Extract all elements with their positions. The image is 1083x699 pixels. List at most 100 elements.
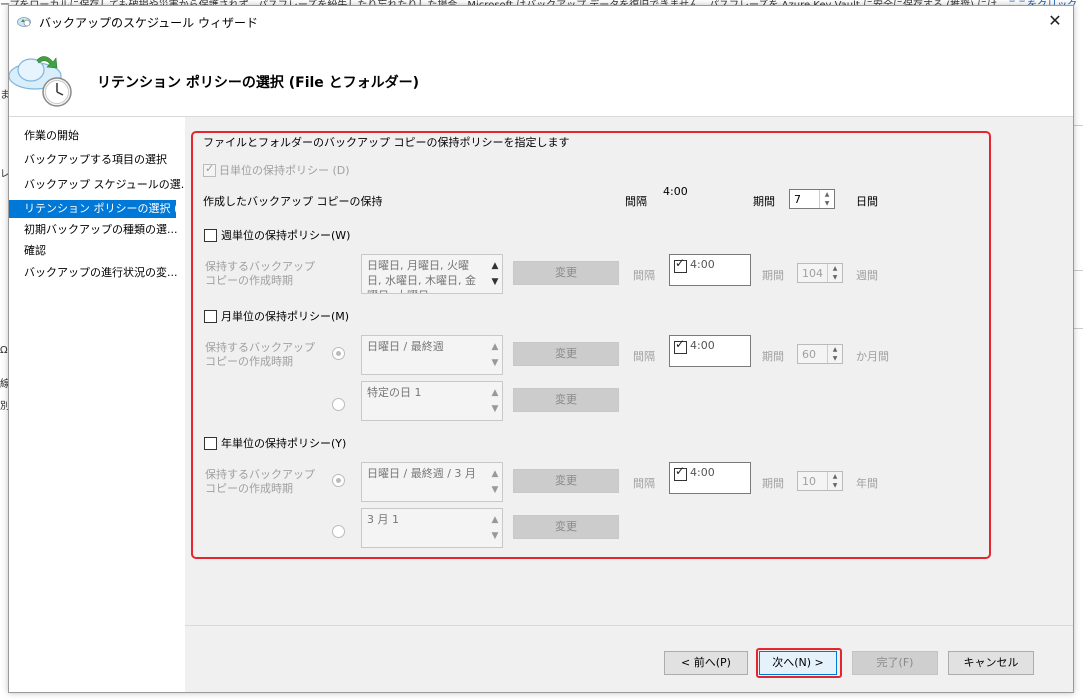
yearly-option1-text: 日曜日 / 最終週 / 3 月 [367,467,476,480]
radio-dot [336,478,341,483]
weekly-timing-label: 保持するバックアップ コピーの作成時期 [205,260,315,287]
prev-button[interactable]: < 前へ(P) [664,651,748,675]
wizard-steps: 作業の開始 バックアップする項目の選択 バックアップ スケジュールの選... リ… [9,117,184,692]
yearly-timing-label: 保持するバックアップ コピーの作成時期 [205,468,315,495]
weekly-change-button: 変更 [513,261,619,285]
nav-item-getting-started[interactable]: 作業の開始 [9,127,184,145]
content-panel: ファイルとフォルダーのバックアップ コピーの保持ポリシーを指定します ✓ 日単位… [185,117,1073,692]
weekly-policy-checkbox[interactable] [204,229,217,242]
cloud-clock-icon [9,56,72,107]
yearly-change-button-1: 変更 [513,469,619,493]
yearly-option1-radio [332,474,345,487]
nav-item-initial-backup[interactable]: 初期バックアップの種類の選... [9,221,184,239]
nav-item-confirmation[interactable]: 確認 [9,242,184,260]
weekly-policy-label: 週単位の保持ポリシー(W) [221,229,351,242]
daily-interval-value: 4:00 [663,185,688,198]
cancel-button[interactable]: キャンセル [948,651,1034,675]
spinner-buttons: ▲ ▼ [819,190,834,208]
nav-item-schedule[interactable]: バックアップ スケジュールの選... [9,176,184,194]
spin-up-icon: ▲ [832,265,838,272]
monthly-option1-radio [332,347,345,360]
weekly-days-text: 日曜日, 月曜日, 火曜日, 水曜日, 木曜日, 金曜日, 土曜日 [367,259,476,293]
daily-interval-label: 間隔 [625,195,647,208]
spin-down-icon[interactable]: ▼ [820,199,834,208]
spin-up-icon: ▲ [832,346,838,353]
finish-button: 完了(F) [852,651,938,675]
check-icon: ✓ [675,464,686,478]
spin-down-icon: ▼ [832,482,838,489]
daily-policy-checkbox: ✓ [203,162,216,177]
page-title: リテンション ポリシーの選択 (File とフォルダー) [97,75,420,91]
monthly-policy-label: 月単位の保持ポリシー(M) [221,310,350,323]
window-title: バックアップのスケジュール ウィザード [39,16,258,30]
yearly-policy-label: 年単位の保持ポリシー(Y) [221,437,347,450]
weekly-time-list: ✓ 4:00 [669,254,751,286]
yearly-option1-list: 日曜日 / 最終週 / 3 月 ▲ ▼ [361,462,503,502]
next-button[interactable]: 次へ(N) > [759,651,837,675]
monthly-interval-label: 間隔 [633,350,655,363]
spin-up-icon: ▲ [832,473,838,480]
monthly-option2-text: 特定の日 1 [367,386,422,399]
monthly-timing-label: 保持するバックアップ コピーの作成時期 [205,341,315,368]
monthly-change-button-1: 変更 [513,342,619,366]
scroll-arrows-icon: ▲ ▼ [491,261,499,287]
weekly-time-value: 4:00 [690,258,715,271]
instruction-text: ファイルとフォルダーのバックアップ コピーの保持ポリシーを指定します [203,136,570,149]
scroll-arrows-icon: ▲ ▼ [491,342,499,368]
daily-period-value[interactable]: 7 [794,193,801,206]
daily-policy-label: 日単位の保持ポリシー (D) [219,164,350,177]
daily-unit: 日間 [856,195,878,208]
spin-up-icon[interactable]: ▲ [820,190,834,199]
scroll-arrows-icon: ▲ ▼ [491,388,499,414]
monthly-period-label: 期間 [762,350,784,363]
yearly-period-label: 期間 [762,477,784,490]
spinner-buttons: ▲ ▼ [827,345,842,363]
monthly-option1-list: 日曜日 / 最終週 ▲ ▼ [361,335,503,375]
yearly-option2-list: 3 月 1 ▲ ▼ [361,508,503,548]
radio-dot [336,351,341,356]
spin-down-icon: ▼ [832,274,838,281]
scroll-arrows-icon: ▲ ▼ [491,469,499,495]
backup-app-icon [17,17,31,27]
spin-down-icon: ▼ [832,355,838,362]
daily-period-label: 期間 [753,195,775,208]
monthly-option2-radio [332,398,345,411]
yearly-interval-label: 間隔 [633,477,655,490]
weekly-interval-label: 間隔 [633,269,655,282]
background-fragment: Ω [0,345,8,356]
background-divider [1073,125,1083,126]
wizard-header: リテンション ポリシーの選択 (File とフォルダー) [9,36,1073,116]
background-divider [1073,328,1083,329]
monthly-option1-text: 日曜日 / 最終週 [367,340,444,353]
check-icon: ✓ [675,256,686,270]
spinner-buttons: ▲ ▼ [827,264,842,282]
monthly-policy-checkbox[interactable] [204,310,217,323]
weekly-period-spinner: 104 ▲ ▼ [797,263,843,283]
monthly-unit: か月間 [856,350,889,363]
yearly-period-spinner: 10 ▲ ▼ [797,471,843,491]
footer-divider [185,625,1073,626]
scroll-arrows-icon: ▲ ▼ [491,515,499,541]
nav-item-retention-policy[interactable]: リテンション ポリシーの選択 (... [9,200,176,218]
monthly-time-value: 4:00 [690,339,715,352]
title-bar[interactable]: バックアップのスケジュール ウィザード ✕ [9,6,1073,36]
monthly-period-value: 60 [802,348,816,361]
yearly-unit: 年間 [856,477,878,490]
monthly-option2-list: 特定の日 1 ▲ ▼ [361,381,503,421]
weekly-period-label: 期間 [762,269,784,282]
nav-item-progress[interactable]: バックアップの進行状況の変... [9,264,184,282]
nav-item-select-items[interactable]: バックアップする項目の選択 [9,151,184,169]
yearly-option2-radio [332,525,345,538]
daily-period-spinner[interactable]: 7 ▲ ▼ [789,189,835,209]
close-icon[interactable]: ✕ [1037,6,1073,36]
spinner-buttons: ▲ ▼ [827,472,842,490]
monthly-period-spinner: 60 ▲ ▼ [797,344,843,364]
wizard-window: バックアップのスケジュール ウィザード ✕ リテンション ポリシーの選択 (Fi… [8,5,1074,693]
daily-retain-label: 作成したバックアップ コピーの保持 [203,195,383,208]
monthly-change-button-2: 変更 [513,388,619,412]
background-divider [1073,270,1083,271]
yearly-policy-checkbox[interactable] [204,437,217,450]
check-icon: ✓ [205,162,215,175]
yearly-change-button-2: 変更 [513,515,619,539]
weekly-unit: 週間 [856,269,878,282]
